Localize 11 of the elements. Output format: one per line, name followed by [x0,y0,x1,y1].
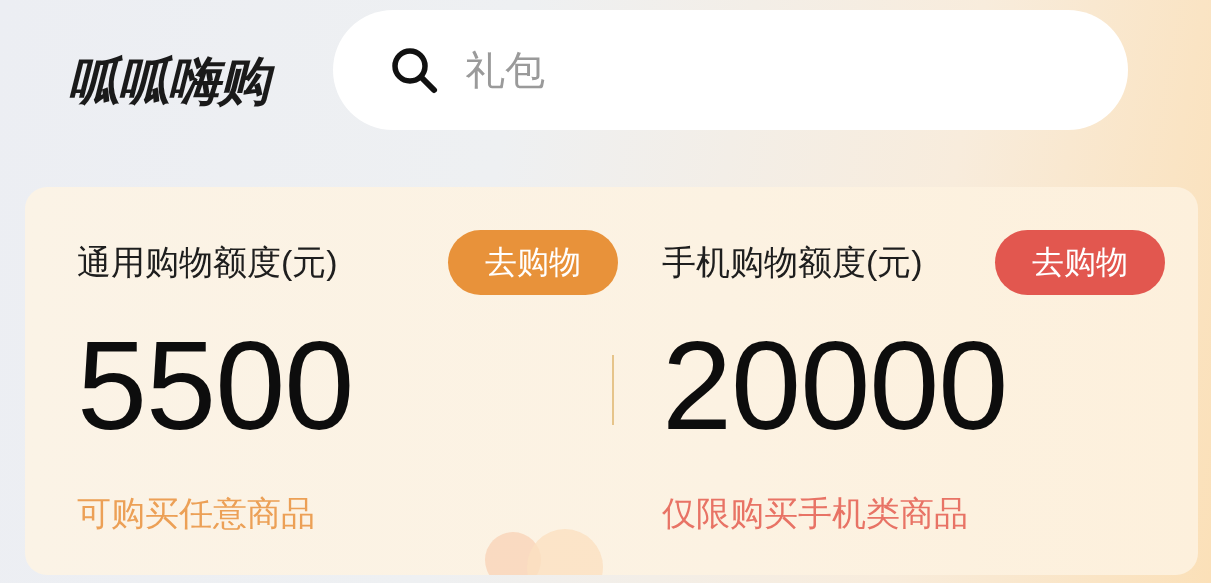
quota-note: 可购买任意商品 [77,493,315,534]
quota-title: 通用购物额度(元) [77,241,338,283]
search-field[interactable]: 礼包 [463,46,967,94]
search-icon [389,45,439,95]
shop-button[interactable]: 去购物 [448,230,618,295]
quota-note: 仅限购买手机类商品 [662,493,968,534]
quota-amount: 20000 [662,323,1008,449]
logo: 呱呱嗨购 [68,46,278,117]
quota-title: 手机购物额度(元) [662,241,923,283]
quota-amount: 5500 [77,323,354,449]
shop-button[interactable]: 去购物 [995,230,1165,295]
